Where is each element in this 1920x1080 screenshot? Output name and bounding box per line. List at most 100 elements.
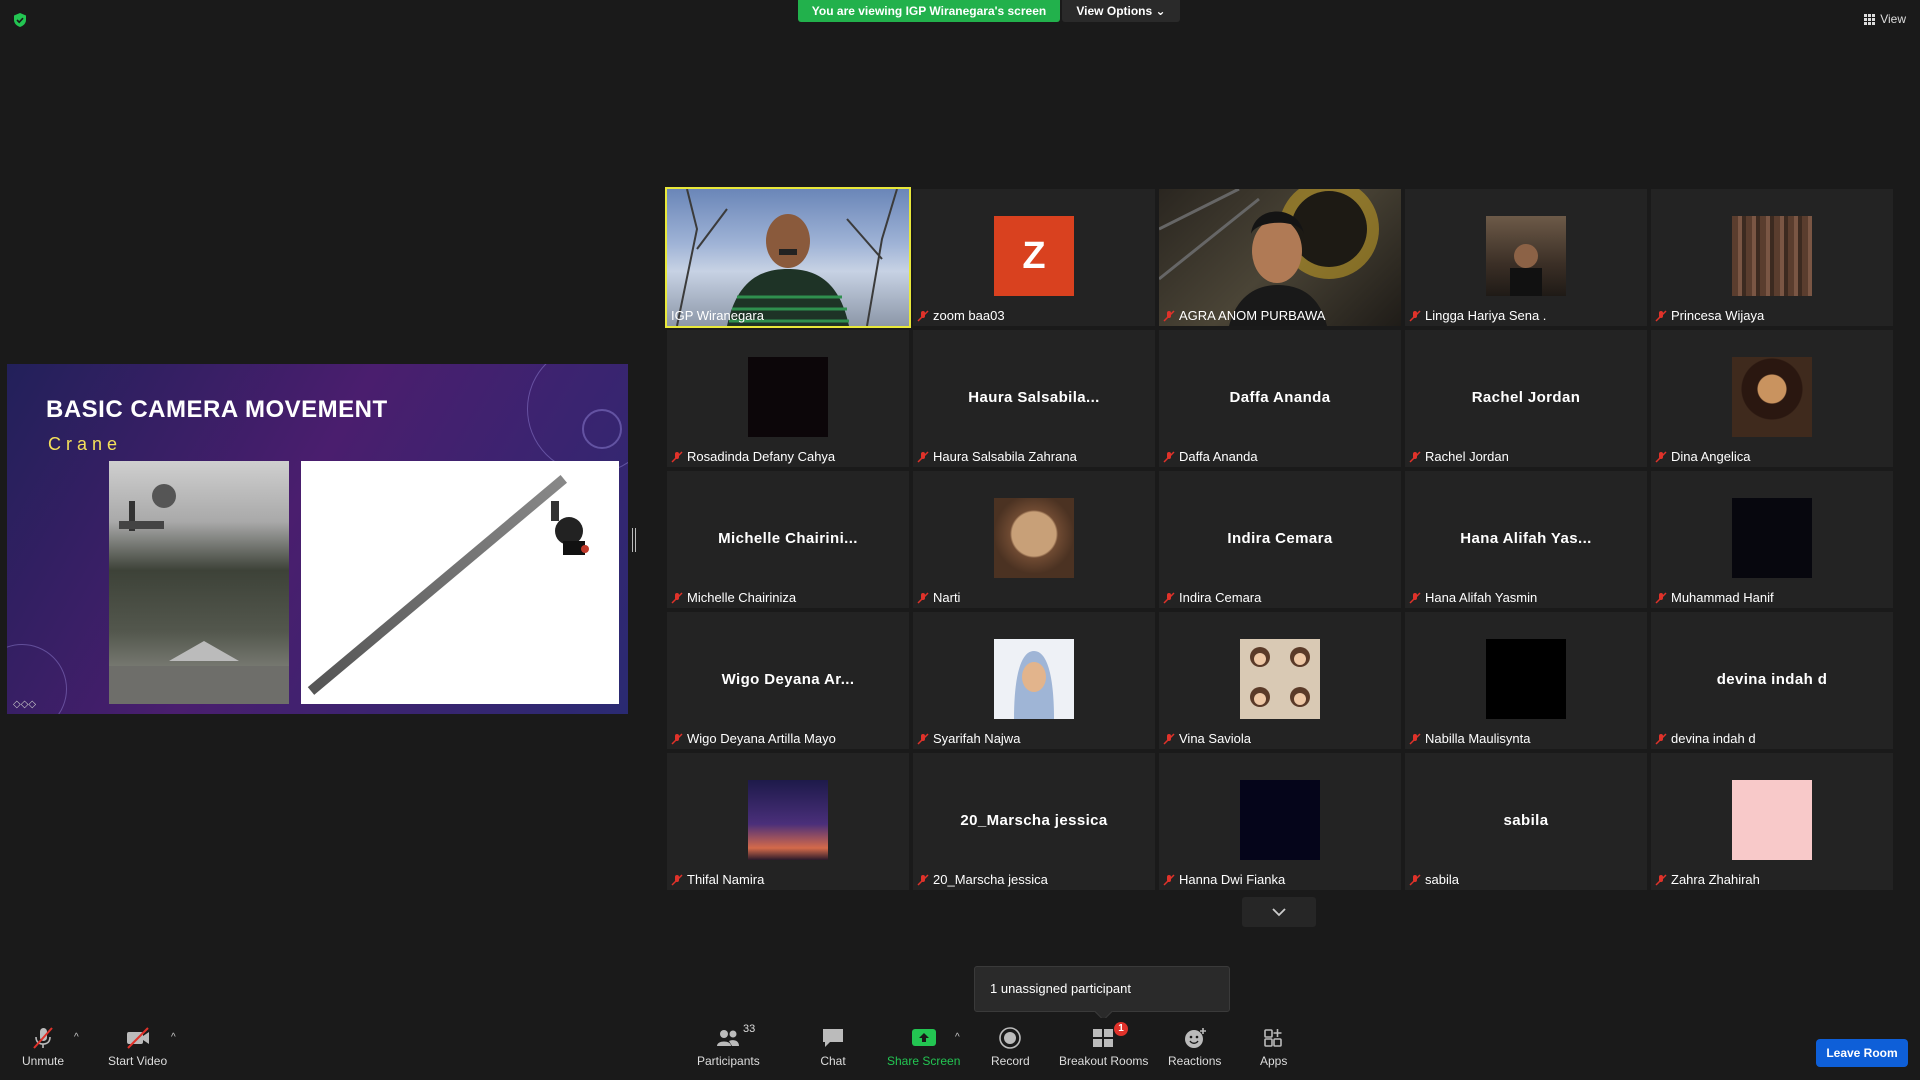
participant-name: Vina Saviola — [1163, 731, 1251, 746]
participant-display-name: Michelle Chairini... — [718, 529, 858, 547]
crane-photo-concert — [109, 461, 289, 704]
muted-mic-icon — [1409, 309, 1421, 322]
participant-photo — [994, 498, 1074, 578]
start-video-label: Start Video — [108, 1054, 168, 1068]
split-divider-handle[interactable] — [632, 528, 636, 552]
share-screen-label: Share Screen — [887, 1054, 961, 1068]
reactions-button[interactable]: Reactions — [1168, 1026, 1221, 1068]
participant-tile[interactable]: Princesa Wijaya — [1651, 189, 1893, 326]
leave-room-button[interactable]: Leave Room — [1816, 1039, 1908, 1067]
participant-name: Thifal Namira — [671, 872, 764, 887]
muted-mic-icon — [1163, 450, 1175, 463]
participant-display-name: Daffa Ananda — [1229, 388, 1331, 406]
participant-tile[interactable]: 20_Marscha jessica 20_Marscha jessica — [913, 753, 1155, 890]
participant-photo — [1240, 780, 1320, 860]
muted-mic-icon — [1655, 591, 1667, 604]
participant-tile[interactable]: Lingga Hariya Sena . — [1405, 189, 1647, 326]
participant-tile[interactable]: Zahra Zhahirah — [1651, 753, 1893, 890]
reactions-label: Reactions — [1168, 1054, 1222, 1068]
participant-tile[interactable]: Z zoom baa03 — [913, 189, 1155, 326]
unmute-button[interactable]: Unmute — [22, 1026, 64, 1068]
muted-mic-icon — [1409, 732, 1421, 745]
muted-mic-icon — [1163, 591, 1175, 604]
participant-tile[interactable]: Hanna Dwi Fianka — [1159, 753, 1401, 890]
muted-mic-icon — [1163, 309, 1175, 322]
meeting-window: You are viewing IGP Wiranegara's screen … — [0, 0, 1920, 1080]
participant-tile[interactable]: Thifal Namira — [667, 753, 909, 890]
participants-icon — [717, 1030, 740, 1046]
participant-tile[interactable]: Narti — [913, 471, 1155, 608]
participant-photo — [1240, 639, 1320, 719]
participant-tile[interactable]: Indira Cemara Indira Cemara — [1159, 471, 1401, 608]
chevron-down-icon: ⌄ — [1155, 4, 1166, 18]
participant-display-name: Rachel Jordan — [1471, 388, 1581, 406]
participant-tile[interactable]: Michelle Chairini... Michelle Chairiniza — [667, 471, 909, 608]
participant-tile[interactable]: Hana Alifah Yas... Hana Alifah Yasmin — [1405, 471, 1647, 608]
participant-name: devina indah d — [1655, 731, 1756, 746]
participant-avatar: Z — [994, 216, 1074, 296]
video-options-caret[interactable]: ^ — [171, 1032, 176, 1043]
audio-options-caret[interactable]: ^ — [74, 1032, 79, 1043]
participant-tile[interactable]: sabila sabila — [1405, 753, 1647, 890]
muted-mic-icon — [917, 591, 929, 604]
camera-head — [551, 501, 589, 555]
participant-tile[interactable]: Rosadinda Defany Cahya — [667, 330, 909, 467]
next-page-button[interactable] — [1242, 897, 1316, 927]
participant-tile[interactable]: Nabilla Maulisynta — [1405, 612, 1647, 749]
participant-tile[interactable]: Daffa Ananda Daffa Ananda — [1159, 330, 1401, 467]
participant-tile[interactable]: Haura Salsabila... Haura Salsabila Zahra… — [913, 330, 1155, 467]
participant-tile[interactable]: AGRA ANOM PURBAWA — [1159, 189, 1401, 326]
participant-photo — [1732, 498, 1812, 578]
participant-name: Syarifah Najwa — [917, 731, 1020, 746]
participant-photo — [1732, 780, 1812, 860]
muted-mic-icon — [1409, 450, 1421, 463]
breakout-rooms-button[interactable]: Breakout Rooms — [1059, 1026, 1148, 1068]
record-button[interactable]: Record — [991, 1026, 1030, 1068]
muted-mic-icon — [33, 1027, 53, 1049]
breakout-rooms-icon — [1092, 1029, 1113, 1047]
participant-tile[interactable]: Dina Angelica — [1651, 330, 1893, 467]
share-screen-button[interactable]: Share Screen — [887, 1026, 960, 1068]
participant-name: Zahra Zhahirah — [1655, 872, 1760, 887]
participant-name: Indira Cemara — [1163, 590, 1261, 605]
participant-name: 20_Marscha jessica — [917, 872, 1048, 887]
participant-video — [667, 189, 909, 326]
view-options-button[interactable]: View Options ⌄ — [1062, 0, 1180, 22]
chat-icon — [823, 1029, 843, 1047]
participant-tile[interactable]: devina indah d devina indah d — [1651, 612, 1893, 749]
slide-title: BASIC CAMERA MOVEMENT — [46, 396, 388, 423]
participant-tile[interactable]: Wigo Deyana Ar... Wigo Deyana Artilla Ma… — [667, 612, 909, 749]
share-screen-icon — [911, 1029, 936, 1046]
shared-screen[interactable]: BASIC CAMERA MOVEMENT Crane ◇◇◇ — [7, 364, 628, 714]
record-icon — [999, 1027, 1022, 1049]
participant-display-name: sabila — [1503, 811, 1549, 829]
muted-mic-icon — [1655, 309, 1667, 322]
participant-tile[interactable]: IGP Wiranegara — [665, 187, 911, 328]
participant-name: sabila — [1409, 872, 1459, 887]
participant-name: AGRA ANOM PURBAWA — [1163, 308, 1325, 323]
apps-button[interactable]: Apps — [1260, 1026, 1287, 1068]
start-video-button[interactable]: Start Video — [108, 1026, 167, 1068]
chat-label: Chat — [820, 1054, 846, 1068]
view-button[interactable]: View — [1864, 12, 1906, 26]
share-options-caret[interactable]: ^ — [955, 1032, 960, 1043]
participant-name: Muhammad Hanif — [1655, 590, 1774, 605]
participant-tile[interactable]: Rachel Jordan Rachel Jordan — [1405, 330, 1647, 467]
video-off-icon — [126, 1027, 149, 1049]
participant-name: Dina Angelica — [1655, 449, 1751, 464]
participant-name: IGP Wiranegara — [671, 308, 764, 323]
participant-tile[interactable]: Vina Saviola — [1159, 612, 1401, 749]
participant-display-name: Indira Cemara — [1227, 529, 1333, 547]
muted-mic-icon — [917, 309, 929, 322]
participant-name: Lingga Hariya Sena . — [1409, 308, 1546, 323]
participant-tile[interactable]: Syarifah Najwa — [913, 612, 1155, 749]
breakout-notification-badge: 1 — [1114, 1022, 1128, 1036]
slide-subtitle: Crane — [48, 434, 123, 454]
chat-button[interactable]: Chat — [820, 1026, 846, 1068]
muted-mic-icon — [1409, 591, 1421, 604]
shield-icon[interactable] — [12, 12, 28, 28]
participant-tile[interactable]: Muhammad Hanif — [1651, 471, 1893, 608]
participant-photo — [748, 780, 828, 860]
participant-display-name: devina indah d — [1716, 670, 1828, 688]
slide-decoration — [582, 409, 622, 449]
